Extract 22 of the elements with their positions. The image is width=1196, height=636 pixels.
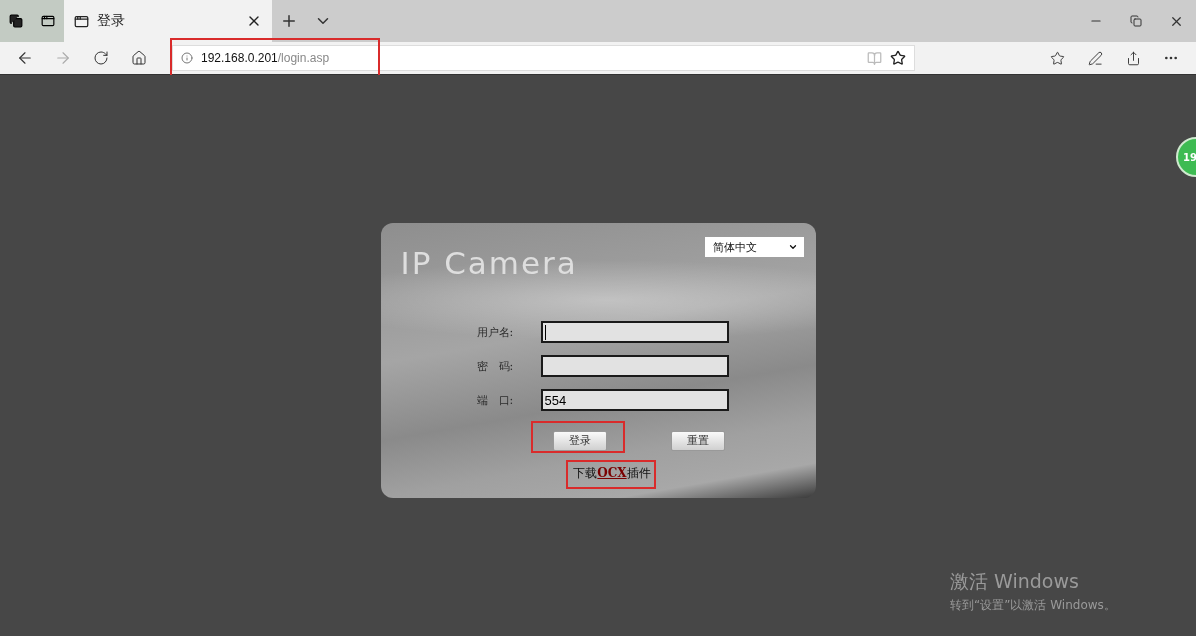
field-label: 端 口: (476, 392, 515, 408)
input-field[interactable] (540, 355, 729, 377)
star-icon[interactable] (890, 50, 906, 66)
camera-title: IP Camera (400, 245, 578, 281)
login-button[interactable]: 登录 (552, 430, 607, 451)
field-label: 密 码: (476, 358, 515, 374)
input-field[interactable] (540, 321, 729, 343)
download-text: 下载OCX插件 (573, 464, 651, 482)
page-icon (74, 13, 89, 29)
language-select[interactable]: 简体中文 (704, 237, 804, 257)
activation-hint: 转到“设置”以激活 Windows。 (950, 597, 1116, 614)
reset-button[interactable]: 重置 (670, 430, 725, 451)
info-icon (181, 52, 193, 64)
ocx-link[interactable]: OCX (597, 465, 627, 480)
tabs-aside-icon[interactable] (32, 0, 64, 42)
address-bar[interactable]: 192.168.0.201/login.asp (172, 45, 915, 71)
tab-set-aside-icon[interactable] (0, 0, 32, 42)
browser-tab[interactable]: 登录 (64, 0, 272, 42)
chevron-down-icon (787, 242, 798, 252)
field-label: 用户名: (476, 324, 515, 340)
activation-title: 激活 Windows (950, 569, 1080, 594)
input-field[interactable]: 554 (540, 389, 729, 411)
